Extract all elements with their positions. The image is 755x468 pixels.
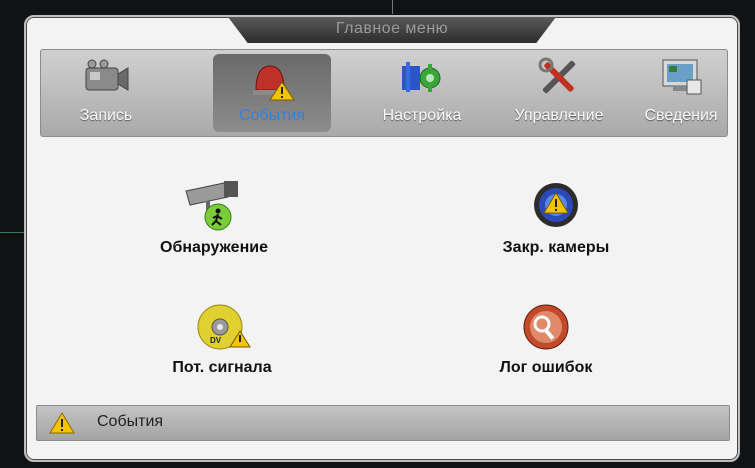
menu-item-motion-detection[interactable]: Обнаружение <box>114 177 314 257</box>
camcorder-icon <box>85 59 129 91</box>
video-loss-icon: DV <box>197 304 251 350</box>
screen-edge-line <box>392 0 393 14</box>
alarm-warning-icon <box>253 65 295 101</box>
tab-label: Запись <box>79 107 133 124</box>
gears-icon <box>402 62 441 92</box>
error-log-icon <box>523 304 569 350</box>
menu-item-label: Обнаружение <box>160 239 268 256</box>
menu-item-label: Пот. сигнала <box>172 359 272 376</box>
status-text: События <box>97 413 164 430</box>
menu-item-error-log[interactable]: Лог ошибок <box>446 297 646 377</box>
tab-label: События <box>238 107 306 124</box>
events-menu-panel: Обнаружение Закр. камеры DV Пот. сигнала… <box>40 137 726 405</box>
tab-settings[interactable]: Настройка <box>359 50 485 136</box>
svg-text:DV: DV <box>210 336 222 345</box>
menu-item-camera-blind[interactable]: Закр. камеры <box>456 177 656 257</box>
tab-management[interactable]: Управление <box>491 50 627 136</box>
tab-label: Управление <box>514 107 604 124</box>
tools-icon <box>538 57 576 94</box>
warning-icon <box>49 412 75 434</box>
status-bar: События <box>36 405 730 441</box>
tab-bar: Запись События Настройка Управление Свед… <box>40 49 728 137</box>
info-screen-icon <box>662 59 702 95</box>
main-menu-window: Главное меню Запись События Настройка Уп… <box>24 15 740 462</box>
tab-info[interactable]: Сведения <box>635 50 727 136</box>
menu-item-label: Лог ошибок <box>499 359 593 376</box>
motion-camera-icon <box>185 181 238 231</box>
camera-blind-icon <box>534 183 578 227</box>
tab-label: Настройка <box>382 107 462 124</box>
menu-item-label: Закр. камеры <box>502 239 610 256</box>
tab-label: Сведения <box>644 107 718 124</box>
tab-record[interactable]: Запись <box>51 50 161 136</box>
tab-events[interactable]: События <box>213 54 331 132</box>
menu-item-video-loss[interactable]: DV Пот. сигнала <box>122 297 322 377</box>
window-title: Главное меню <box>228 17 556 43</box>
